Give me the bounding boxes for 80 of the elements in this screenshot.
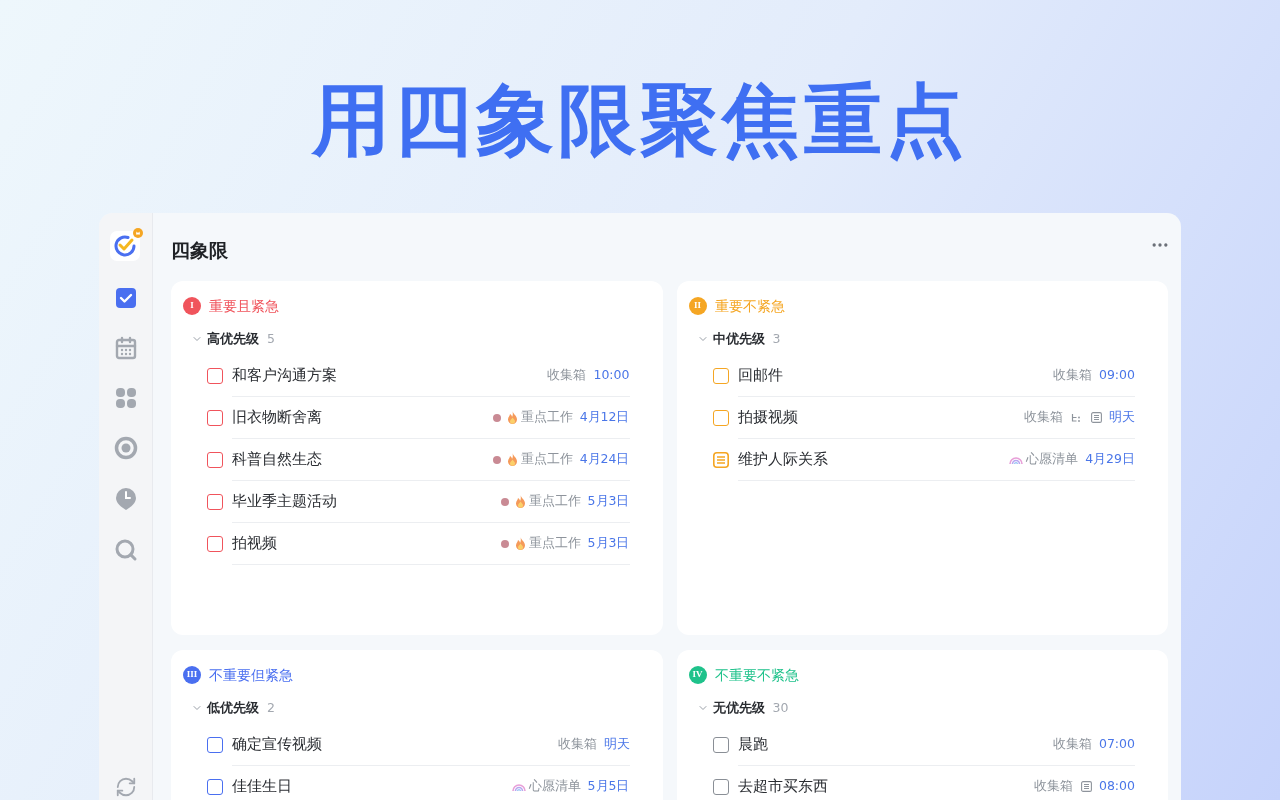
task-title[interactable]: 回邮件 — [737, 364, 783, 387]
quadrant-badge: IV — [688, 666, 707, 684]
quadrant-title: 重要不紧急 — [714, 296, 785, 316]
group-label[interactable]: 无优先级 — [712, 698, 765, 718]
group-label[interactable]: 中优先级 — [712, 329, 765, 349]
task-title[interactable]: 去超市买东西 — [737, 775, 828, 798]
due-date: 4月29日 — [1085, 450, 1135, 469]
sync-icon[interactable] — [114, 776, 137, 798]
group-count: 30 — [772, 698, 789, 717]
task-title[interactable]: 科普自然生态 — [232, 448, 322, 471]
task-title[interactable]: 拍视频 — [232, 532, 277, 555]
rainbow-icon — [511, 781, 526, 792]
task-checkbox[interactable] — [712, 368, 729, 384]
due-date: 5月3日 — [587, 492, 630, 511]
group-count: 3 — [772, 329, 781, 348]
task-checkbox[interactable] — [207, 779, 223, 795]
list-name: 重点工作 — [528, 492, 581, 511]
list-name: 收集箱 — [1052, 366, 1092, 385]
headline: 用四象限聚焦重点 — [312, 74, 968, 167]
quadrant-badge: II — [688, 297, 707, 315]
task-title[interactable]: 晨跑 — [737, 733, 768, 756]
list-name: 收集箱 — [547, 366, 587, 385]
task-checkbox[interactable] — [207, 410, 223, 426]
calendar-icon[interactable] — [113, 336, 138, 360]
due-date: 5月5日 — [587, 777, 630, 796]
due-date: 明天 — [1109, 408, 1135, 427]
quadrant-title: 不重要不紧急 — [714, 665, 799, 685]
list-name: 重点工作 — [520, 408, 573, 427]
group-count: 2 — [267, 698, 275, 717]
task-checkbox[interactable] — [207, 368, 223, 384]
clock-pin-icon[interactable] — [114, 487, 137, 511]
checkbox-icon[interactable] — [114, 287, 137, 309]
task-title[interactable]: 佳佳生日 — [232, 775, 292, 798]
page-title: 四象限 — [171, 237, 228, 263]
group-label[interactable]: 高优先级 — [207, 329, 259, 349]
task-checkbox[interactable] — [207, 452, 223, 468]
task-title[interactable]: 毕业季主题活动 — [232, 490, 337, 513]
task-checkbox[interactable] — [712, 737, 729, 753]
task-title[interactable]: 旧衣物断舍离 — [232, 406, 322, 429]
task-checkbox[interactable] — [207, 536, 223, 552]
quadrant-badge: III — [183, 666, 201, 684]
task-title[interactable]: 确定宣传视频 — [232, 733, 322, 756]
fire-icon — [514, 495, 526, 508]
due-date: 08:00 — [1098, 777, 1135, 796]
due-date: 4月12日 — [579, 408, 630, 427]
task-title[interactable]: 拍摄视频 — [737, 406, 798, 429]
list-name: 收集箱 — [1033, 777, 1073, 796]
task-checkbox[interactable] — [712, 410, 729, 426]
due-date: 5月3日 — [587, 534, 630, 553]
list-name: 心愿清单 — [1026, 450, 1079, 469]
due-date: 09:00 — [1098, 366, 1135, 385]
note-icon[interactable] — [712, 452, 729, 468]
due-date: 明天 — [603, 735, 630, 754]
quadrant-badge: I — [183, 297, 201, 315]
quadrant-title: 重要且紧急 — [209, 296, 279, 316]
rainbow-icon — [1009, 454, 1024, 465]
task-checkbox[interactable] — [207, 494, 223, 510]
list-name: 重点工作 — [520, 450, 573, 469]
app-logo[interactable] — [107, 227, 144, 263]
list-name: 收集箱 — [557, 735, 597, 754]
task-checkbox[interactable] — [207, 737, 223, 753]
list-name: 收集箱 — [1024, 408, 1063, 427]
four-leaf-icon[interactable] — [114, 387, 137, 409]
list-name: 心愿清单 — [528, 777, 581, 796]
group-count: 5 — [267, 329, 275, 348]
quadrant-title: 不重要但紧急 — [209, 665, 293, 685]
fire-icon — [506, 453, 518, 466]
task-title[interactable]: 维护人际关系 — [737, 448, 828, 471]
list-name: 收集箱 — [1052, 735, 1092, 754]
due-date: 07:00 — [1098, 735, 1135, 754]
due-date: 4月24日 — [579, 450, 630, 469]
list-name: 重点工作 — [528, 534, 581, 553]
group-label[interactable]: 低优先级 — [207, 698, 259, 718]
target-icon[interactable] — [113, 436, 138, 460]
search-icon[interactable] — [113, 538, 138, 562]
task-title[interactable]: 和客户沟通方案 — [232, 364, 337, 387]
due-date: 10:00 — [593, 366, 630, 385]
fire-icon — [506, 411, 518, 424]
task-checkbox[interactable] — [712, 779, 729, 795]
fire-icon — [514, 537, 526, 550]
